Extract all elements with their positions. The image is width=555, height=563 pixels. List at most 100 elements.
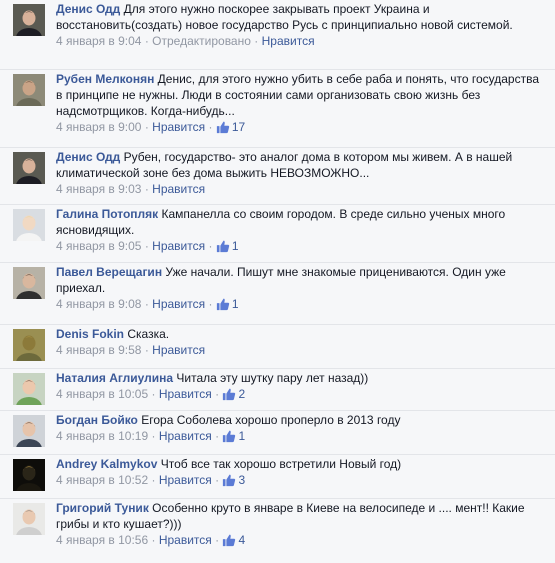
comment-item: Рубен Мелконян Денис, для этого нужно уб… (0, 70, 555, 148)
comment-content: Andrey Kalmykov Чтоб все так хорошо встр… (56, 456, 547, 472)
comment-item: Денис Одд Для этого нужно поскорее закры… (0, 0, 555, 70)
comment-meta: 4 января в 9:58 · Нравится (56, 342, 547, 359)
like-button[interactable]: Нравится (152, 239, 205, 253)
comment-content: Богдан Бойко Егора Соболева хорошо пропе… (56, 412, 547, 428)
meta-separator: · (151, 473, 156, 487)
avatar[interactable] (13, 329, 45, 361)
comment-body: Григорий Туник Особенно круто в январе в… (56, 500, 547, 552)
comment-text: Сказка. (127, 327, 170, 341)
comment-date[interactable]: 4 января в 10:05 (56, 387, 148, 401)
comment-date[interactable]: 4 января в 10:52 (56, 473, 148, 487)
comment-text: Егора Соболева хорошо проперло в 2013 го… (141, 413, 401, 427)
meta-separator: · (215, 387, 220, 401)
comment-item: Галина Потопляк Кампанелла со своим горо… (0, 205, 555, 263)
comment-body: Галина Потопляк Кампанелла со своим горо… (56, 206, 547, 258)
comment-content: Галина Потопляк Кампанелла со своим горо… (56, 206, 547, 238)
author-name[interactable]: Павел Верещагин (56, 265, 162, 279)
avatar[interactable] (13, 152, 45, 184)
meta-separator: · (151, 533, 156, 547)
comment-list: Денис Одд Для этого нужно поскорее закры… (0, 0, 555, 563)
like-count[interactable]: 2 (222, 386, 245, 406)
comment-date[interactable]: 4 января в 10:19 (56, 429, 148, 443)
comment-body: Богдан Бойко Егора Соболева хорошо пропе… (56, 412, 547, 448)
comment-body: Andrey Kalmykov Чтоб все так хорошо встр… (56, 456, 547, 492)
author-name[interactable]: Галина Потопляк (56, 207, 158, 221)
author-name[interactable]: Григорий Туник (56, 501, 149, 515)
like-count[interactable]: 17 (216, 119, 245, 139)
meta-separator: · (254, 34, 259, 48)
like-button[interactable]: Нравится (159, 473, 212, 487)
thumbs-up-icon (216, 297, 230, 316)
thumbs-up-icon (222, 429, 236, 448)
comment-date[interactable]: 4 января в 10:56 (56, 533, 148, 547)
comment-date[interactable]: 4 января в 9:58 (56, 343, 141, 357)
author-name[interactable]: Andrey Kalmykov (56, 457, 157, 471)
like-count[interactable]: 1 (216, 238, 239, 258)
avatar[interactable] (13, 503, 45, 535)
author-name[interactable]: Рубен Мелконян (56, 72, 154, 86)
comment-content: Денис Одд Для этого нужно поскорее закры… (56, 1, 547, 33)
meta-separator: · (151, 429, 156, 443)
like-button[interactable]: Нравится (152, 120, 205, 134)
like-count[interactable]: 4 (222, 532, 245, 552)
comment-content: Денис Одд Рубен, государство- это аналог… (56, 149, 547, 181)
like-button[interactable]: Нравится (262, 34, 315, 48)
like-count-value: 17 (231, 120, 246, 134)
edited-label[interactable]: Отредактировано (152, 34, 251, 48)
avatar[interactable] (13, 74, 45, 106)
avatar[interactable] (13, 267, 45, 299)
comment-body: Denis Fokin Сказка. 4 января в 9:58 · Нра… (56, 326, 547, 359)
meta-separator: · (144, 239, 149, 253)
thumbs-up-icon (222, 387, 236, 406)
like-count[interactable]: 1 (216, 296, 239, 316)
like-button[interactable]: Нравится (159, 429, 212, 443)
comment-body: Рубен Мелконян Денис, для этого нужно уб… (56, 71, 547, 139)
thumbs-up-icon (216, 120, 230, 139)
comment-date[interactable]: 4 января в 9:03 (56, 182, 141, 196)
comment-meta: 4 января в 9:03 · Нравится (56, 181, 547, 198)
comment-meta: 4 января в 10:52 · Нравится · 3 (56, 472, 547, 492)
comment-content: Denis Fokin Сказка. (56, 326, 547, 342)
like-button[interactable]: Нравится (152, 343, 205, 357)
comment-text: Читала эту шутку пару лет назад)) (176, 371, 369, 385)
like-button[interactable]: Нравится (152, 182, 205, 196)
author-name[interactable]: Богдан Бойко (56, 413, 138, 427)
comment-meta: 4 января в 10:56 · Нравится · 4 (56, 532, 547, 552)
author-name[interactable]: Denis Fokin (56, 327, 124, 341)
like-button[interactable]: Нравится (152, 297, 205, 311)
avatar[interactable] (13, 459, 45, 491)
author-name[interactable]: Наталия Аглиулина (56, 371, 173, 385)
comment-item: Andrey Kalmykov Чтоб все так хорошо встр… (0, 455, 555, 499)
comment-meta: 4 января в 9:05 · Нравится · 1 (56, 238, 547, 258)
avatar[interactable] (13, 4, 45, 36)
author-name[interactable]: Денис Одд (56, 2, 120, 16)
like-count[interactable]: 1 (222, 428, 245, 448)
comment-date[interactable]: 4 января в 9:05 (56, 239, 141, 253)
meta-separator: · (144, 343, 149, 357)
comment-body: Наталия Аглиулина Читала эту шутку пару … (56, 370, 547, 406)
comment-date[interactable]: 4 января в 9:04 (56, 34, 141, 48)
avatar[interactable] (13, 209, 45, 241)
comment-content: Павел Верещагин Уже начали. Пишут мне зн… (56, 264, 547, 296)
comment-date[interactable]: 4 января в 9:00 (56, 120, 141, 134)
like-button[interactable]: Нравится (159, 533, 212, 547)
avatar[interactable] (13, 415, 45, 447)
meta-separator: · (215, 429, 220, 443)
comment-item: Наталия Аглиулина Читала эту шутку пару … (0, 369, 555, 411)
comment-content: Григорий Туник Особенно круто в январе в… (56, 500, 547, 532)
like-button[interactable]: Нравится (159, 387, 212, 401)
comment-meta: 4 января в 9:08 · Нравится · 1 (56, 296, 547, 316)
comment-body: Павел Верещагин Уже начали. Пишут мне зн… (56, 264, 547, 316)
avatar[interactable] (13, 373, 45, 405)
meta-separator: · (151, 387, 156, 401)
comment-date[interactable]: 4 января в 9:08 (56, 297, 141, 311)
like-count-value: 1 (238, 429, 246, 443)
like-count-value: 4 (238, 533, 246, 547)
comment-item: Денис Одд Рубен, государство- это аналог… (0, 148, 555, 205)
comment-text: Чтоб все так хорошо встретили Новый год) (160, 457, 402, 471)
comment-meta: 4 января в 9:04 · Отредактировано · Нрав… (56, 33, 547, 50)
like-count[interactable]: 3 (222, 472, 245, 492)
thumbs-up-icon (222, 533, 236, 552)
comment-body: Денис Одд Рубен, государство- это аналог… (56, 149, 547, 198)
author-name[interactable]: Денис Одд (56, 150, 120, 164)
